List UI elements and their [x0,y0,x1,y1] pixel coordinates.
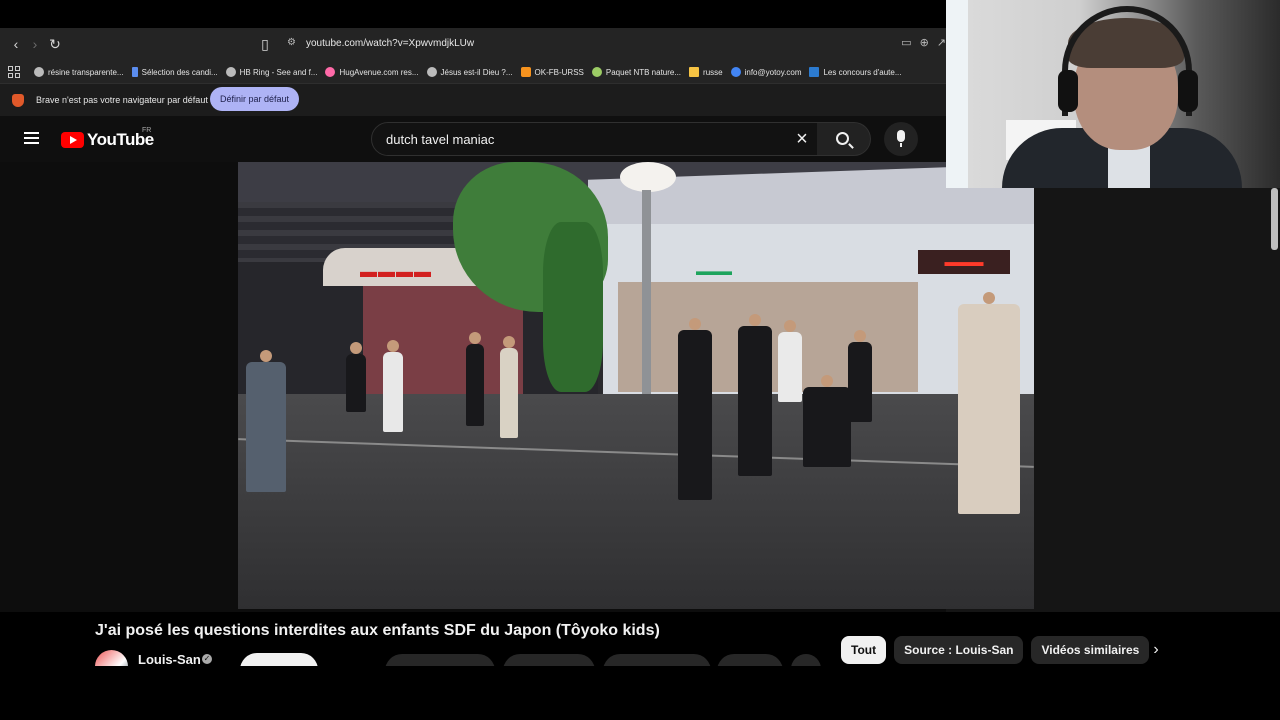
clear-search-icon[interactable]: × [793,129,811,149]
bookmark-icon[interactable]: ▯ [257,36,273,52]
bookmark-item[interactable]: Paquet NTB nature... [591,67,681,77]
subscribe-button[interactable] [240,653,318,666]
video-scene-person [246,350,286,492]
microphone-icon [897,130,905,147]
like-dislike-button[interactable] [385,654,495,666]
webcam-background-window [946,0,968,188]
voice-search-button[interactable] [884,122,918,156]
bookmark-item[interactable]: russe [689,67,723,77]
download-button[interactable] [603,654,711,666]
youtube-play-icon [61,132,84,148]
folder-icon [689,67,700,77]
video-scene-person [346,342,366,412]
site-info-icon[interactable]: ⚙ [287,37,299,49]
country-code: FR [142,127,152,134]
youtube-header: YouTube FR dutch tavel maniac × [0,116,946,162]
set-default-button[interactable]: Définir par défaut [210,87,300,111]
video-scene-tree [543,222,603,392]
brave-lion-icon [12,94,24,107]
menu-icon[interactable] [24,132,39,144]
video-scene-person [803,375,851,467]
youtube-logo[interactable]: YouTube [61,130,154,150]
bookmarks-bar: résine transparente... Sélection des can… [0,61,946,83]
channel-name[interactable]: Louis-San [138,652,201,666]
video-scene-shop-sign: ▬▬▬▬ [360,262,432,281]
video-scene-person [848,330,872,422]
video-owner-row: Louis-San ✓ [95,648,835,666]
video-scene-lamp [620,162,676,192]
verified-icon: ✓ [202,654,212,664]
reload-icon[interactable]: ↻ [47,36,63,52]
video-scene-person [678,318,712,500]
chevron-right-icon[interactable]: › [1146,640,1166,660]
address-bar[interactable]: youtube.com/watch?v=XpwvmdjkLUw [306,38,474,49]
channel-avatar[interactable] [95,650,128,666]
globe-icon [225,67,236,77]
share-icon[interactable]: ↗ [937,36,946,49]
search-icon [836,132,849,145]
video-scene-person [383,340,403,432]
bookmark-item[interactable]: Jésus est-il Dieu ?... [426,67,513,77]
page-scrollbar[interactable] [1271,188,1278,250]
bookmark-item[interactable]: OK-FB-URSS [520,67,584,77]
globe-icon [34,67,44,77]
headset-icon [1062,6,1192,116]
webcam-overlay [946,0,1280,188]
bookmark-item[interactable]: HB Ring - See and f... [225,67,317,77]
doc-icon [131,67,138,77]
bookmark-item[interactable]: Les concours d'aute... [809,67,902,77]
bottom-black-band [0,666,1280,720]
chip-source[interactable]: Source : Louis-San [894,636,1024,664]
headset-earcup [1178,70,1198,112]
default-browser-infobar: Brave n'est pas votre navigateur par déf… [0,83,946,116]
video-title: J'ai posé les questions interdites aux e… [95,622,660,639]
share-button[interactable] [503,654,595,666]
bookmark-item[interactable]: Sélection des candi... [131,67,218,77]
video-scene-person [738,314,772,476]
chip-related[interactable]: Vidéos similaires [1031,636,1150,664]
browser-chrome: ‹ › ↻ ▯ ⚙ youtube.com/watch?v=XpwvmdjkLU… [0,28,946,116]
address-bar-actions: ▭ ⊕ ↗ [901,36,946,49]
search-query: dutch tavel maniac [386,132,495,147]
video-player[interactable]: ▬▬▬▬ ▬▬▬ ▬▬▬ [238,162,1034,609]
chip-all[interactable]: Tout [841,636,887,664]
back-icon[interactable]: ‹ [8,36,24,52]
video-scene-person [958,292,1020,514]
image-icon [809,67,820,77]
video-scene-person [500,336,518,438]
bookmark-item[interactable]: HugAvenue.com res... [325,67,419,77]
ok-icon [520,67,531,77]
heart-icon [325,67,336,77]
video-scene-pavement [238,394,1034,609]
leaf-icon [591,67,602,77]
apps-icon[interactable] [8,66,20,78]
bookmark-item[interactable]: info@yotoy.com [730,67,801,77]
video-scene-store-sign: ▬▬▬ [696,264,732,278]
clip-button[interactable] [717,654,783,666]
video-scene-person [778,320,802,402]
more-actions-button[interactable] [791,654,821,666]
video-scene-neon-sign: ▬▬▬ [918,250,1010,274]
browser-toolbar: ‹ › ↻ ▯ ⚙ youtube.com/watch?v=XpwvmdjkLU… [0,28,946,61]
google-icon [730,67,741,77]
forward-icon[interactable]: › [27,36,43,52]
infobar-message: Brave n'est pas votre navigateur par déf… [36,95,208,105]
globe-icon [426,67,437,77]
headset-earcup [1058,70,1078,112]
cast-icon[interactable]: ▭ [901,36,911,49]
bookmark-item[interactable]: résine transparente... [34,67,124,77]
search-input[interactable]: dutch tavel maniac × [371,122,818,156]
search-button[interactable] [817,122,871,156]
related-filter-chips: Tout Source : Louis-San Vidéos similaire… [841,636,1150,664]
video-scene-person [466,332,484,426]
zoom-icon[interactable]: ⊕ [920,36,929,49]
